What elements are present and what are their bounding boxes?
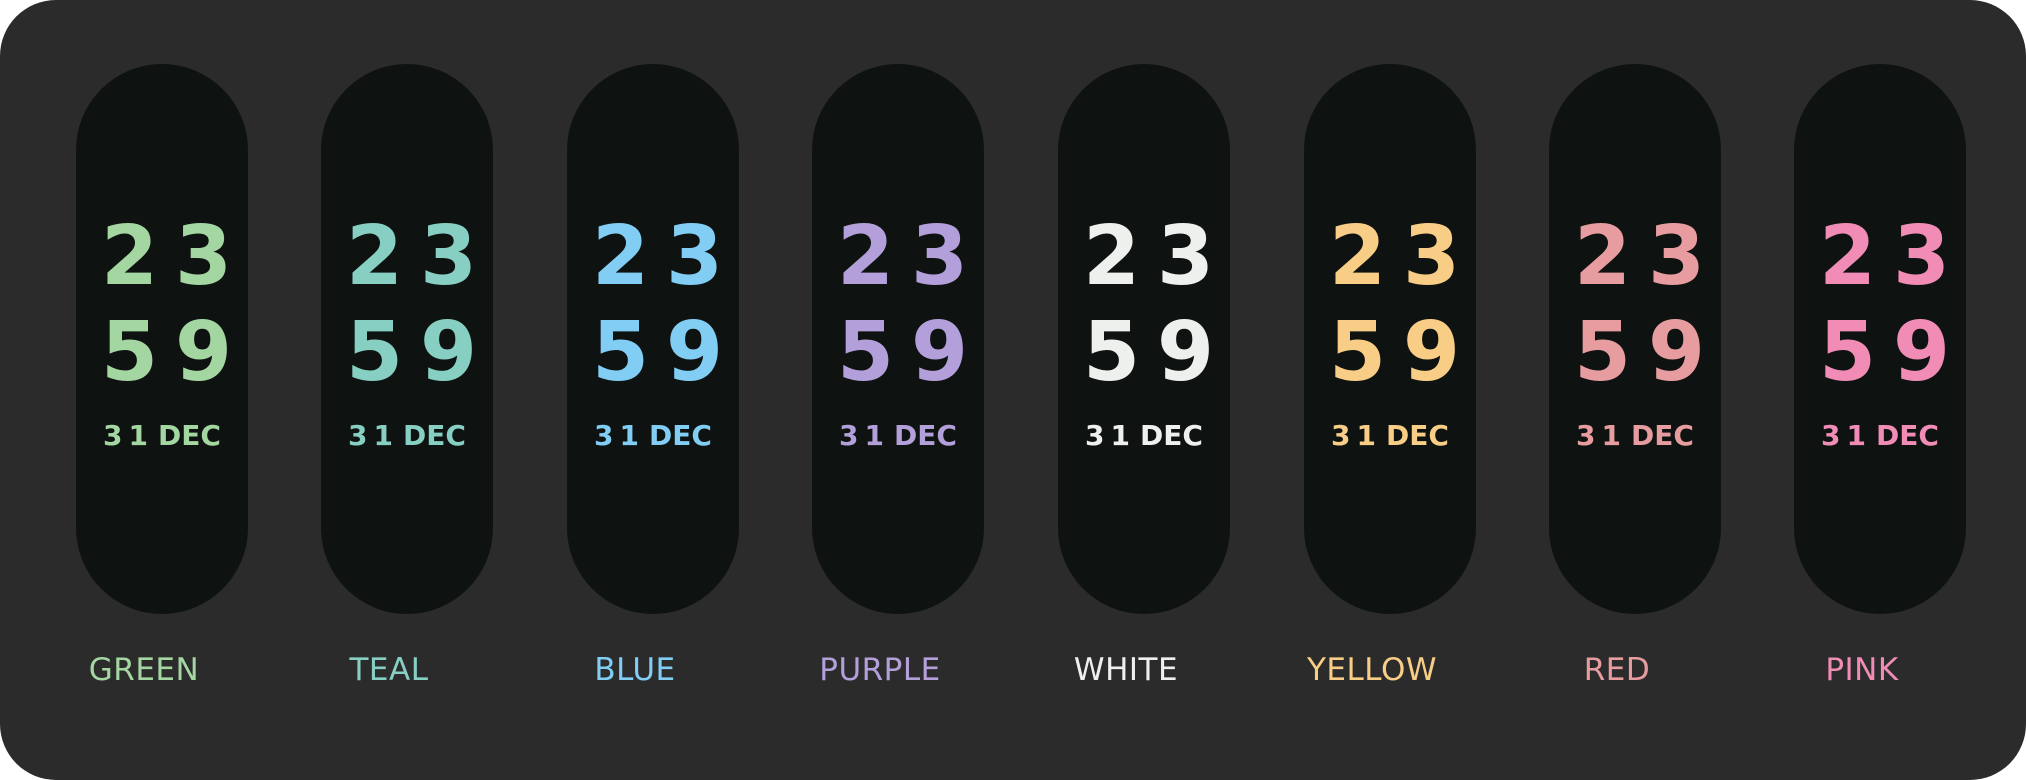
hour-ones-digit: 3 bbox=[1648, 209, 1706, 304]
band-screen-preview: 2 3 5 9 31 DEC bbox=[567, 64, 739, 614]
hours-display: 23 bbox=[1549, 216, 1721, 298]
theme-option-white[interactable]: 2 3 5 9 31 DEC WHITE bbox=[1006, 0, 1246, 780]
theme-option-green[interactable]: 2 3 5 9 31 DEC GREEN bbox=[24, 0, 264, 780]
date-month: DEC bbox=[1631, 419, 1694, 452]
date-month: DEC bbox=[403, 419, 466, 452]
band-screen-preview: 2 3 5 9 31 DEC bbox=[1304, 64, 1476, 614]
date-day: 31 bbox=[348, 419, 400, 452]
theme-name-label: BLUE bbox=[594, 652, 676, 688]
minutes-display: 59 bbox=[1549, 312, 1721, 394]
hour-ones-digit: 3 bbox=[666, 209, 724, 304]
theme-name-label: GREEN bbox=[88, 652, 200, 688]
theme-option-yellow[interactable]: 2 3 5 9 31 DEC YELLOW bbox=[1252, 0, 1492, 780]
theme-palette-panel: 2 3 5 9 31 DEC GREEN 2 3 5 9 31 DEC TEAL 2 3 5 9 31 DEC BL… bbox=[0, 0, 2026, 780]
theme-option-teal[interactable]: 2 3 5 9 31 DEC TEAL bbox=[269, 0, 509, 780]
minutes-display: 59 bbox=[1058, 312, 1230, 394]
theme-option-blue[interactable]: 2 3 5 9 31 DEC BLUE bbox=[515, 0, 755, 780]
date-month: DEC bbox=[894, 419, 957, 452]
hour-ones-digit: 3 bbox=[1403, 209, 1461, 304]
minute-ones-digit: 9 bbox=[175, 305, 233, 400]
hours-display: 23 bbox=[567, 216, 739, 298]
minute-ones-digit: 9 bbox=[666, 305, 724, 400]
hour-tens-digit: 2 bbox=[592, 209, 650, 304]
minutes-display: 59 bbox=[1794, 312, 1966, 394]
date-day: 31 bbox=[1576, 419, 1628, 452]
date-display: 31 DEC bbox=[1794, 420, 1966, 452]
hours-display: 23 bbox=[1794, 216, 1966, 298]
hours-display: 23 bbox=[812, 216, 984, 298]
date-day: 31 bbox=[1821, 419, 1873, 452]
band-screen-preview: 2 3 5 9 31 DEC bbox=[812, 64, 984, 614]
date-display: 31 DEC bbox=[76, 420, 248, 452]
minute-tens-digit: 5 bbox=[1329, 305, 1387, 400]
minute-ones-digit: 9 bbox=[1893, 305, 1951, 400]
hour-tens-digit: 2 bbox=[1819, 209, 1877, 304]
hour-tens-digit: 2 bbox=[1329, 209, 1387, 304]
minutes-display: 59 bbox=[321, 312, 493, 394]
band-screen-preview: 2 3 5 9 31 DEC bbox=[1794, 64, 1966, 614]
hours-display: 23 bbox=[76, 216, 248, 298]
band-screen-preview: 2 3 5 9 31 DEC bbox=[321, 64, 493, 614]
minute-tens-digit: 5 bbox=[837, 305, 895, 400]
date-display: 31 DEC bbox=[567, 420, 739, 452]
theme-name-label: TEAL bbox=[349, 652, 429, 688]
hour-ones-digit: 3 bbox=[1157, 209, 1215, 304]
minute-tens-digit: 5 bbox=[1819, 305, 1877, 400]
hour-tens-digit: 2 bbox=[346, 209, 404, 304]
theme-name-label: PINK bbox=[1825, 652, 1899, 688]
minute-tens-digit: 5 bbox=[346, 305, 404, 400]
hours-display: 23 bbox=[1304, 216, 1476, 298]
date-display: 31 DEC bbox=[1058, 420, 1230, 452]
date-day: 31 bbox=[839, 419, 891, 452]
date-month: DEC bbox=[649, 419, 712, 452]
minute-tens-digit: 5 bbox=[101, 305, 159, 400]
hours-display: 23 bbox=[321, 216, 493, 298]
date-day: 31 bbox=[103, 419, 155, 452]
date-month: DEC bbox=[1386, 419, 1449, 452]
minute-ones-digit: 9 bbox=[1403, 305, 1461, 400]
band-screen-preview: 2 3 5 9 31 DEC bbox=[76, 64, 248, 614]
date-day: 31 bbox=[1331, 419, 1383, 452]
date-display: 31 DEC bbox=[812, 420, 984, 452]
hour-tens-digit: 2 bbox=[1574, 209, 1632, 304]
hour-ones-digit: 3 bbox=[175, 209, 233, 304]
hour-tens-digit: 2 bbox=[1083, 209, 1141, 304]
theme-option-red[interactable]: 2 3 5 9 31 DEC RED bbox=[1497, 0, 1737, 780]
hour-tens-digit: 2 bbox=[101, 209, 159, 304]
minute-ones-digit: 9 bbox=[1648, 305, 1706, 400]
date-day: 31 bbox=[594, 419, 646, 452]
minute-ones-digit: 9 bbox=[420, 305, 478, 400]
date-day: 31 bbox=[1085, 419, 1137, 452]
minutes-display: 59 bbox=[567, 312, 739, 394]
minutes-display: 59 bbox=[1304, 312, 1476, 394]
theme-option-purple[interactable]: 2 3 5 9 31 DEC PURPLE bbox=[760, 0, 1000, 780]
minute-tens-digit: 5 bbox=[1574, 305, 1632, 400]
date-display: 31 DEC bbox=[1549, 420, 1721, 452]
theme-name-label: RED bbox=[1583, 652, 1651, 688]
minute-tens-digit: 5 bbox=[1083, 305, 1141, 400]
date-month: DEC bbox=[1140, 419, 1203, 452]
theme-name-label: WHITE bbox=[1073, 652, 1179, 688]
date-display: 31 DEC bbox=[1304, 420, 1476, 452]
minutes-display: 59 bbox=[812, 312, 984, 394]
minute-ones-digit: 9 bbox=[911, 305, 969, 400]
hour-tens-digit: 2 bbox=[837, 209, 895, 304]
minutes-display: 59 bbox=[76, 312, 248, 394]
theme-option-pink[interactable]: 2 3 5 9 31 DEC PINK bbox=[1742, 0, 1982, 780]
minute-ones-digit: 9 bbox=[1157, 305, 1215, 400]
band-screen-preview: 2 3 5 9 31 DEC bbox=[1058, 64, 1230, 614]
minute-tens-digit: 5 bbox=[592, 305, 650, 400]
date-month: DEC bbox=[1876, 419, 1939, 452]
hour-ones-digit: 3 bbox=[1893, 209, 1951, 304]
date-month: DEC bbox=[158, 419, 221, 452]
hour-ones-digit: 3 bbox=[420, 209, 478, 304]
theme-name-label: PURPLE bbox=[819, 652, 941, 688]
hour-ones-digit: 3 bbox=[911, 209, 969, 304]
date-display: 31 DEC bbox=[321, 420, 493, 452]
band-screen-preview: 2 3 5 9 31 DEC bbox=[1549, 64, 1721, 614]
theme-name-label: YELLOW bbox=[1306, 652, 1437, 688]
hours-display: 23 bbox=[1058, 216, 1230, 298]
